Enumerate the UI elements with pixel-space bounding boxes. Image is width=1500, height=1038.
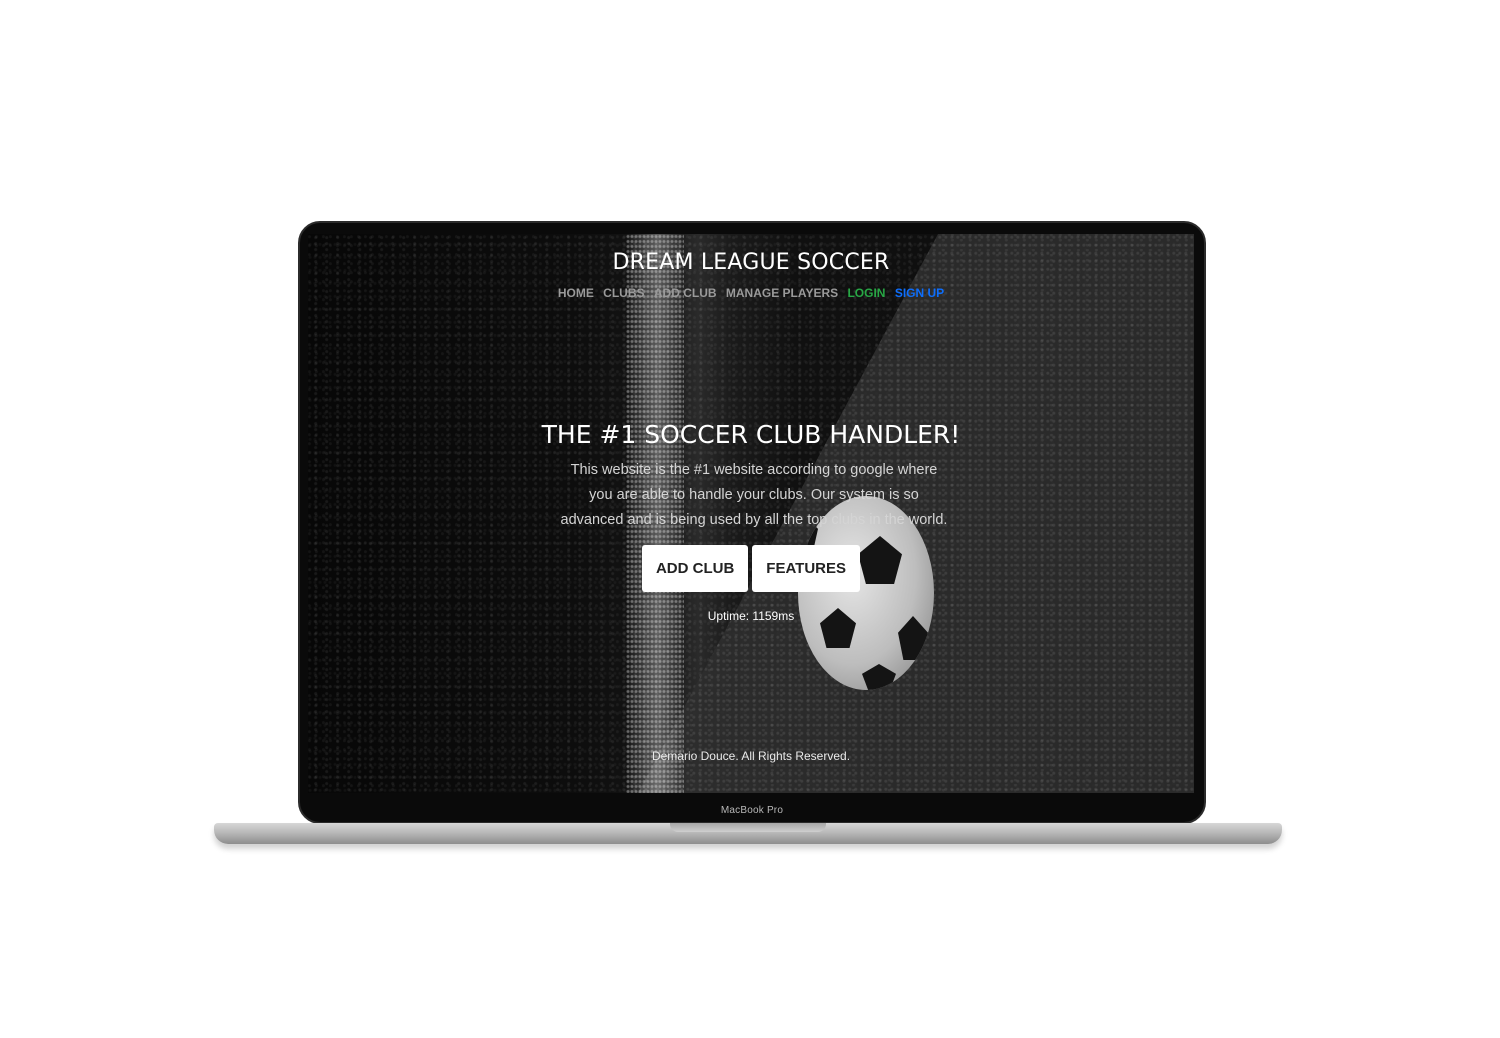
add-club-button[interactable]: ADD CLUB	[641, 545, 749, 592]
nav-clubs[interactable]: CLUBS	[603, 286, 644, 300]
nav-home[interactable]: HOME	[558, 286, 594, 300]
uptime-text: Uptime: 1159ms	[707, 609, 795, 623]
hero-description: This website is the #1 website according…	[560, 462, 948, 528]
laptop-screen: DREAM LEAGUE SOCCER HOME CLUBS ADD CLUB …	[308, 234, 1194, 793]
features-button[interactable]: FEATURES	[752, 545, 861, 592]
nav-sign-up[interactable]: SIGN UP	[895, 286, 944, 300]
mockup-stage: MacBook Pro DREAM LEAGUE SOCCER HOME CLU…	[0, 0, 1500, 1038]
hero-buttons: ADD CLUB FEATURES	[308, 545, 1194, 592]
bezel-label: MacBook Pro	[720, 805, 784, 816]
nav-manage-players[interactable]: MANAGE PLAYERS	[726, 286, 838, 300]
nav-login[interactable]: LOGIN	[847, 286, 885, 300]
nav-add-club[interactable]: ADD CLUB	[654, 286, 717, 300]
hero-title: THE #1 SOCCER CLUB HANDLER!	[541, 420, 961, 449]
site-brand[interactable]: DREAM LEAGUE SOCCER	[308, 250, 1194, 275]
main-nav: HOME CLUBS ADD CLUB MANAGE PLAYERS LOGIN…	[308, 286, 1194, 300]
laptop-notch	[670, 823, 826, 832]
footer-text: Demario Douce. All Rights Reserved.	[651, 749, 851, 763]
